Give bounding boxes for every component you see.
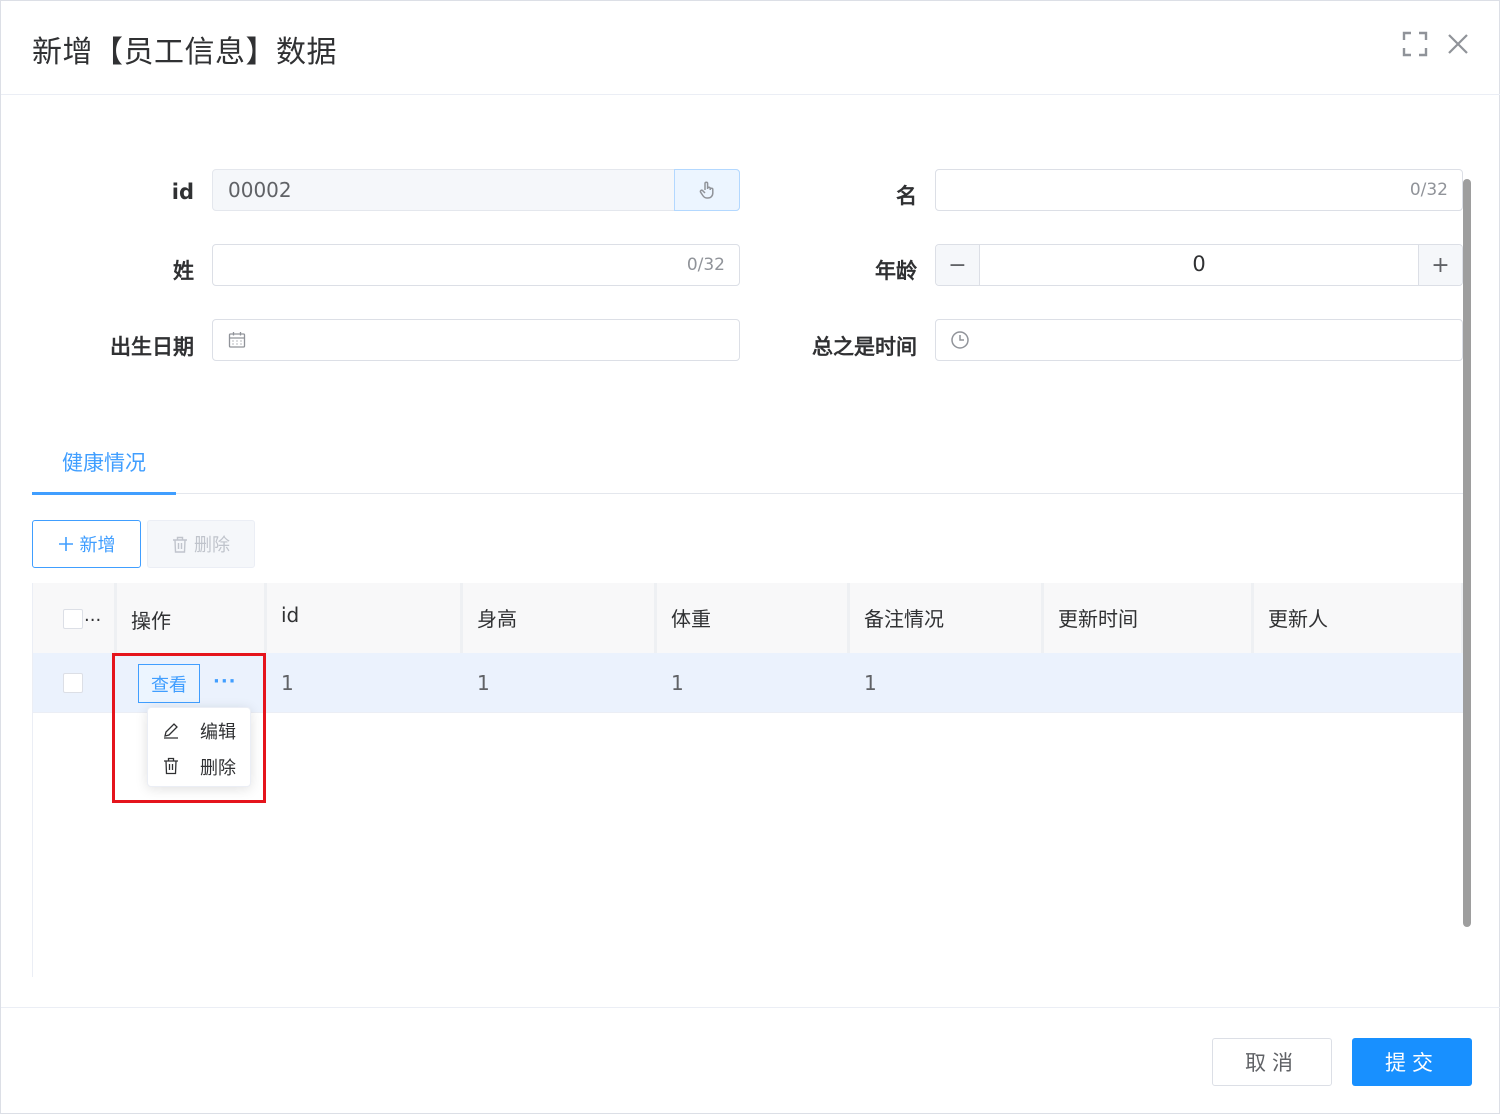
row-remark: 1 (864, 671, 877, 695)
summary-time-picker[interactable] (935, 319, 1463, 361)
vertical-scrollbar[interactable] (1463, 179, 1471, 927)
dialog: 新增【员工信息】数据 id 00002 名 0/32 姓 0/32 年龄 − 0… (0, 0, 1500, 1114)
first-name-input[interactable]: 0/32 (935, 169, 1463, 211)
trash-icon (173, 536, 187, 553)
tab-health[interactable]: 健康情况 (62, 447, 146, 477)
annotation-highlight-box (112, 653, 266, 803)
add-row-label: 新增 (79, 535, 116, 556)
table-header: ... 操作 id 身高 体重 备注情况 更新时间 更新人 (33, 583, 1464, 653)
age-decrease-button[interactable]: − (936, 245, 980, 285)
submit-button[interactable]: 提交 (1352, 1038, 1472, 1086)
column-header-id: id (267, 583, 463, 653)
dialog-title: 新增【员工信息】数据 (32, 35, 337, 70)
close-icon[interactable] (1445, 31, 1471, 57)
age-stepper[interactable]: − 0 + (935, 244, 1463, 286)
tab-active-indicator (32, 492, 176, 495)
summary-time-label: 总之是时间 (812, 335, 917, 359)
cancel-button[interactable]: 取消 (1212, 1038, 1332, 1086)
last-name-count: 0/32 (686, 255, 725, 275)
id-value: 00002 (228, 178, 292, 202)
row-id: 1 (281, 671, 294, 695)
delete-rows-label: 删除 (194, 535, 230, 556)
first-name-label: 名 (896, 184, 917, 208)
detail-tabs: 健康情况 (32, 431, 1463, 495)
birth-date-picker[interactable] (212, 319, 740, 361)
row-checkbox[interactable] (63, 673, 83, 693)
clock-icon (950, 330, 970, 350)
pick-id-button[interactable] (674, 169, 740, 211)
add-row-button[interactable]: 新增 (32, 520, 141, 568)
column-header-updated-at: 更新时间 (1044, 583, 1254, 653)
column-header-updated-by: 更新人 (1254, 583, 1464, 653)
fullscreen-icon[interactable] (1402, 31, 1428, 57)
calendar-icon (227, 330, 247, 350)
last-name-label: 姓 (173, 259, 194, 283)
birth-date-label: 出生日期 (110, 335, 194, 359)
id-field: 00002 (212, 169, 740, 211)
first-name-count: 0/32 (1409, 180, 1448, 200)
delete-rows-button[interactable]: 删除 (147, 520, 255, 568)
pointer-icon (699, 181, 714, 199)
age-increase-button[interactable]: + (1418, 245, 1462, 285)
row-weight: 1 (671, 671, 684, 695)
column-header-remark: 备注情况 (850, 583, 1044, 653)
age-label: 年龄 (875, 259, 917, 283)
column-header-weight: 体重 (657, 583, 850, 653)
last-name-input[interactable]: 0/32 (212, 244, 740, 286)
dialog-header: 新增【员工信息】数据 (1, 1, 1500, 95)
row-height: 1 (477, 671, 490, 695)
select-all-cell: ... (33, 583, 117, 653)
select-all-checkbox[interactable] (63, 609, 83, 629)
plus-icon (58, 537, 73, 551)
column-header-actions: 操作 (117, 583, 267, 653)
id-label: id (171, 180, 194, 204)
select-all-ellipsis: ... (84, 605, 102, 626)
age-value: 0 (1192, 252, 1206, 276)
column-header-height: 身高 (463, 583, 657, 653)
